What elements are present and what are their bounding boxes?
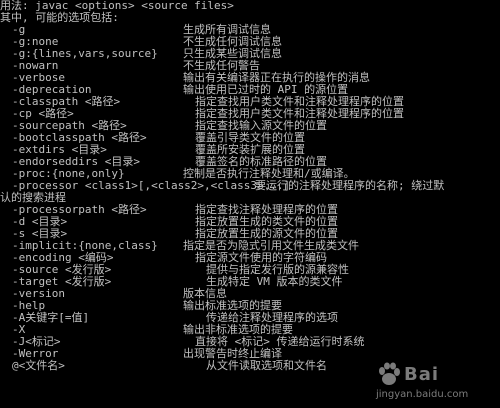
option-row: -target <发行版> 生成特定 VM 版本的类文件 [0,276,500,288]
option-name: @<文件名> [12,359,65,372]
option-row: @<文件名> 从文件读取选项和文件名 [0,360,500,372]
console-window: 用法: javac <options> <source files> 其中, 可… [0,0,500,408]
option-desc: 要运行的注释处理程序的名称; 绕过默 [255,179,445,192]
option-row-processor: -processor <class1>[,<class2>,<class3>..… [0,180,500,192]
option-desc: 从文件读取选项和文件名 [206,359,327,372]
